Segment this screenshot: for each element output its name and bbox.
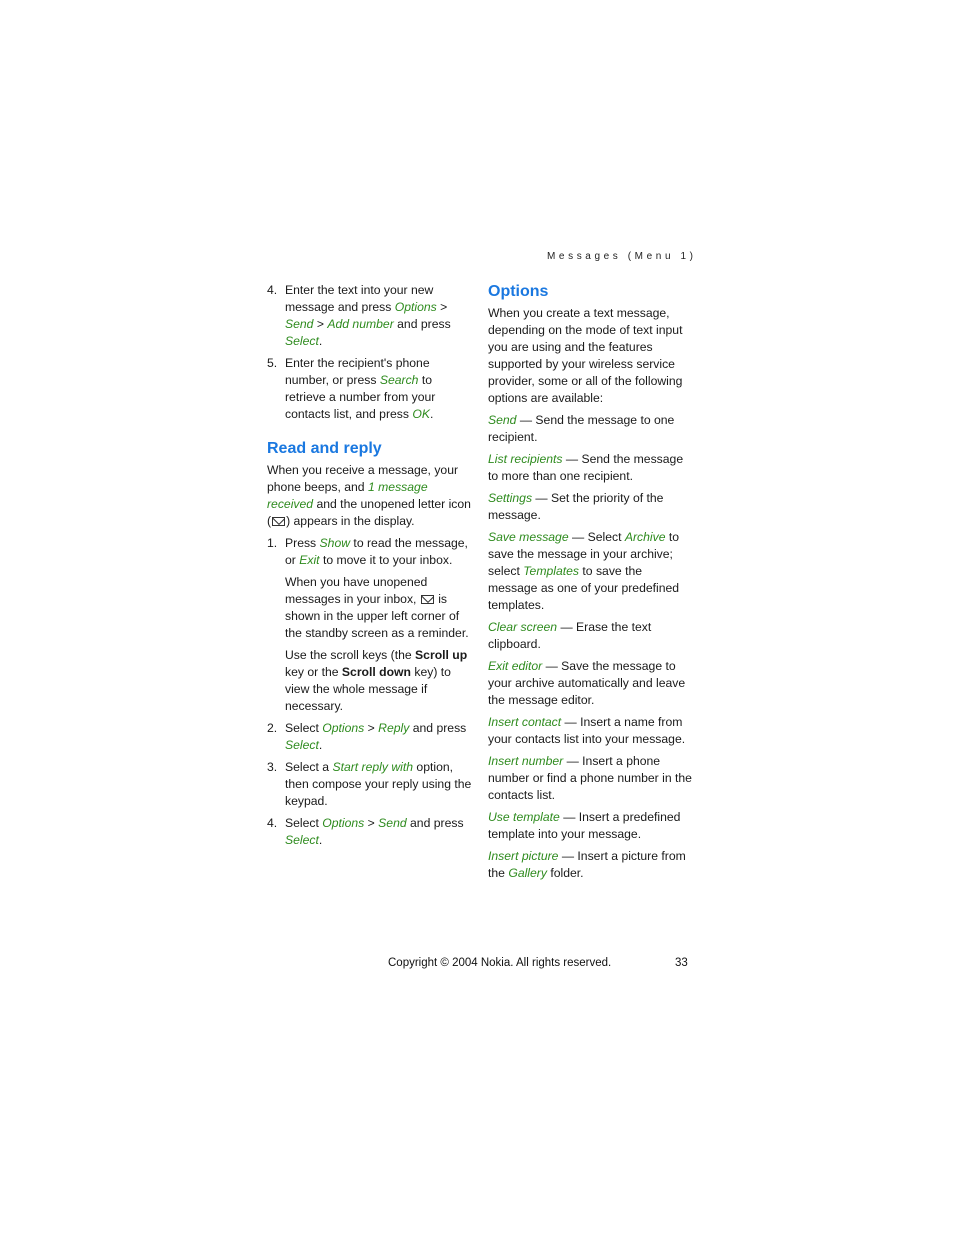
option-item: Exit editor — Save the message to your a… (488, 659, 686, 707)
step-number: 3. (267, 760, 278, 774)
menu-term: Templates (523, 564, 580, 578)
step-number: 5. (267, 356, 278, 370)
menu-term: Send (378, 816, 407, 830)
menu-term: Options (394, 300, 437, 314)
menu-term: Save message (488, 530, 569, 544)
menu-term: Insert picture (488, 849, 559, 863)
option-item: Settings — Set the priority of the messa… (488, 491, 664, 522)
menu-term: Show (319, 536, 351, 550)
option-item: Insert picture — Insert a picture from t… (488, 849, 686, 880)
left-column: 4. Enter the text into your new message a… (267, 282, 472, 854)
menu-term: Exit editor (488, 659, 543, 673)
step-number: 1. (267, 536, 278, 550)
envelope-icon (420, 595, 434, 604)
menu-term: Settings (488, 491, 533, 505)
menu-term: Insert number (488, 754, 564, 768)
options-intro: When you create a text message, dependin… (488, 306, 683, 405)
option-item: Insert number — Insert a phone number or… (488, 754, 692, 802)
menu-term: List recipients (488, 452, 563, 466)
list-item: 5. Enter the recipient's phone number, or… (267, 356, 436, 421)
menu-term: OK (412, 407, 430, 421)
options-list: Send — Send the message to one recipient… (488, 412, 693, 882)
steps-top: 4. Enter the text into your new message a… (267, 282, 472, 423)
option-item: Use template — Insert a predefined templ… (488, 810, 681, 841)
list-item: 4. Select Options > Send and press Select… (267, 816, 464, 847)
section-heading-options: Options (488, 283, 549, 300)
menu-term: Start reply with (332, 760, 414, 774)
menu-term: Options (322, 721, 365, 735)
menu-term: Use template (488, 810, 560, 824)
menu-term: Send (285, 317, 314, 331)
list-item: 3. Select a Start reply with option, then… (267, 760, 472, 808)
section-heading-read-and-reply: Read and reply (267, 440, 382, 457)
option-item: Save message — Select Archive to save th… (488, 530, 680, 612)
menu-term: Clear screen (488, 620, 558, 634)
step-note: Use the scroll keys (the Scroll up key o… (285, 648, 468, 713)
read-reply-steps: 1. Press Show to read the message, or Exi… (267, 535, 472, 849)
option-item: Clear screen — Erase the text clipboard. (488, 620, 652, 651)
menu-term: 1 message received (267, 480, 428, 511)
menu-term: Send (488, 413, 517, 427)
key-name: Scroll down (341, 665, 411, 679)
menu-term: Archive (624, 530, 666, 544)
menu-term: Select (285, 833, 319, 847)
menu-term: Search (379, 373, 419, 387)
running-head: Messages (Menu 1) (547, 251, 697, 262)
list-item: 2. Select Options > Reply and press Selec… (267, 721, 467, 752)
option-item: Send — Send the message to one recipient… (488, 413, 675, 444)
menu-term: Options (322, 816, 365, 830)
menu-term: Reply (378, 721, 410, 735)
menu-term: Insert contact (488, 715, 562, 729)
list-item: 4. Enter the text into your new message a… (267, 283, 451, 348)
option-item: Insert contact — Insert a name from your… (488, 715, 686, 746)
menu-term: Select (285, 334, 319, 348)
menu-term: Gallery (508, 866, 547, 880)
right-column: Options When you create a text message, … (488, 282, 693, 887)
step-number: 4. (267, 283, 278, 297)
menu-term: Exit (299, 553, 320, 567)
read-reply-intro: When you receive a message, your phone b… (267, 463, 471, 528)
step-number: 2. (267, 721, 278, 735)
menu-term: Select (285, 738, 319, 752)
list-item: 1. Press Show to read the message, or Exi… (267, 536, 468, 567)
menu-term: Add number (327, 317, 394, 331)
step-number: 4. (267, 816, 278, 830)
step-note: When you have unopened messages in your … (285, 575, 469, 640)
copyright-notice: Copyright © 2004 Nokia. All rights reser… (388, 957, 612, 969)
page-number: 33 (675, 957, 688, 969)
option-item: List recipients — Send the message to mo… (488, 452, 684, 483)
key-name: Scroll up (415, 648, 468, 662)
envelope-icon (272, 517, 286, 526)
